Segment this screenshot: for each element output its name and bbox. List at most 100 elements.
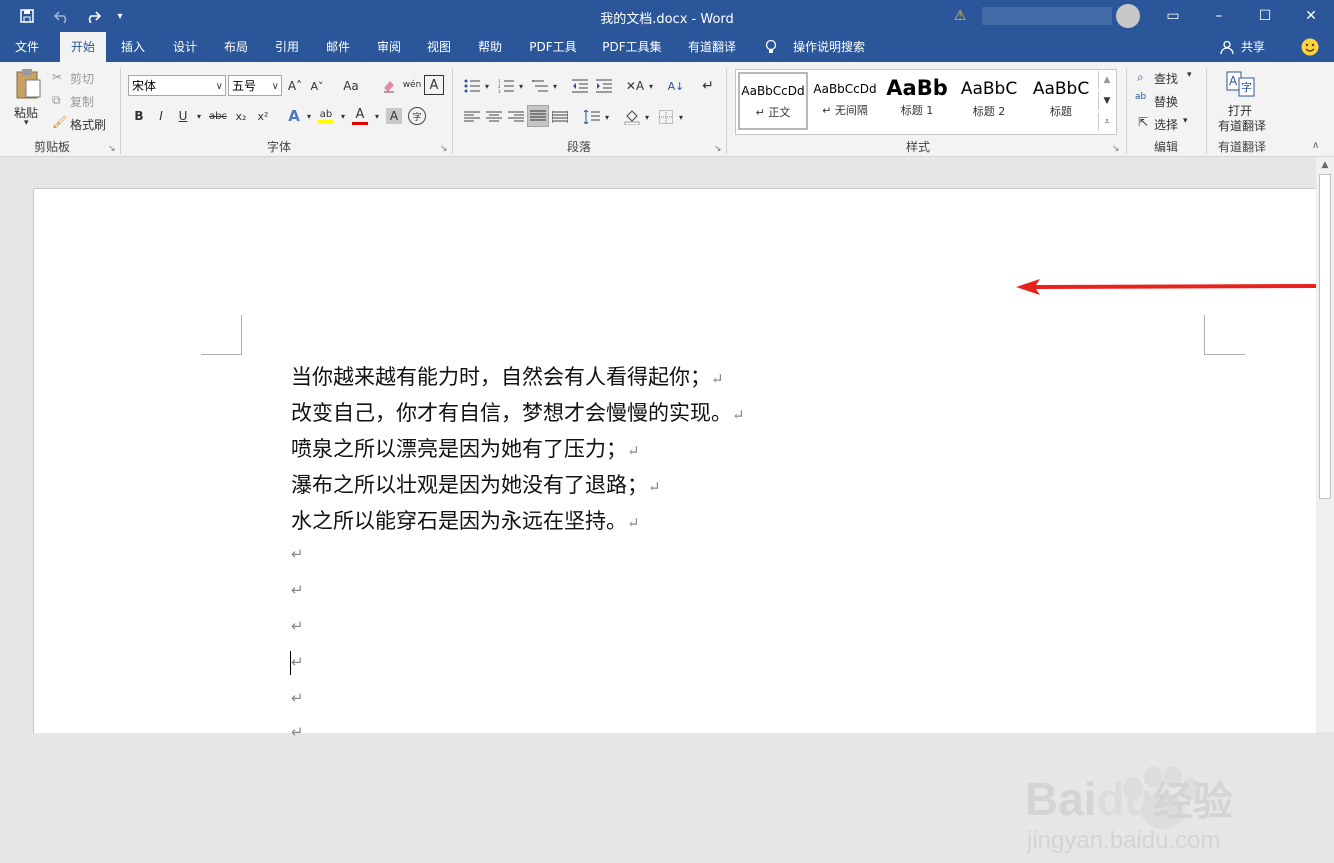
- grow-font-button[interactable]: A˄: [286, 76, 304, 96]
- sort-icon[interactable]: A↓: [666, 76, 686, 96]
- paste-clipboard-icon[interactable]: [12, 68, 44, 100]
- scroll-up-arrow-icon[interactable]: ▲: [1316, 157, 1334, 173]
- character-shading-button[interactable]: A: [386, 108, 402, 124]
- tab-references[interactable]: 引用: [266, 32, 308, 62]
- superscript-button[interactable]: x²: [254, 106, 272, 126]
- underline-chevron-down-icon[interactable]: ▾: [194, 106, 204, 126]
- format-painter-button[interactable]: 格式刷: [70, 116, 106, 133]
- tab-review[interactable]: 审阅: [368, 32, 410, 62]
- italic-button[interactable]: I: [152, 106, 170, 126]
- shrink-font-button[interactable]: A˅: [308, 76, 326, 96]
- styles-scroll-down-icon[interactable]: ▼: [1098, 92, 1115, 110]
- replace-button[interactable]: 替换: [1154, 93, 1178, 110]
- font-name-dropdown[interactable]: 宋体 ∨: [128, 75, 226, 96]
- tab-file[interactable]: 文件: [4, 32, 50, 62]
- cut-button[interactable]: 剪切: [70, 70, 94, 87]
- replace-icon[interactable]: ab: [1135, 92, 1146, 102]
- character-border-button[interactable]: A: [424, 75, 444, 95]
- share-button[interactable]: 共享: [1238, 32, 1268, 62]
- font-color-icon[interactable]: A: [350, 106, 370, 126]
- copy-button[interactable]: 复制: [70, 93, 94, 110]
- decrease-indent-icon[interactable]: [570, 76, 590, 96]
- scrollbar-thumb[interactable]: [1319, 174, 1331, 499]
- highlight-color-icon[interactable]: ab: [316, 106, 336, 126]
- empty-paragraph-mark[interactable]: ↵: [291, 617, 304, 635]
- share-person-icon[interactable]: [1218, 32, 1236, 62]
- tab-view[interactable]: 视图: [418, 32, 460, 62]
- clipboard-dialog-launcher-icon[interactable]: ↘: [108, 144, 116, 154]
- select-cursor-icon[interactable]: ⇱: [1138, 115, 1148, 129]
- style-normal[interactable]: AaBbCcDd ↵ 正文: [738, 72, 808, 130]
- show-formatting-marks-icon[interactable]: ↵: [698, 76, 718, 96]
- tab-help[interactable]: 帮助: [469, 32, 511, 62]
- text-line[interactable]: 瀑布之所以壮观是因为她没有了退路；↵: [291, 469, 661, 499]
- smiley-feedback-icon[interactable]: [1298, 32, 1322, 62]
- align-right-icon[interactable]: [506, 107, 526, 127]
- bold-button[interactable]: B: [130, 106, 148, 126]
- subscript-button[interactable]: x₂: [232, 106, 250, 126]
- empty-paragraph-mark[interactable]: ↵: [291, 653, 304, 671]
- shading-bucket-icon[interactable]: [622, 107, 642, 127]
- cut-scissors-icon[interactable]: ✂: [52, 70, 62, 84]
- text-line[interactable]: 喷泉之所以漂亮是因为她有了压力；↵: [291, 433, 640, 463]
- bullets-icon[interactable]: [462, 76, 482, 96]
- find-button[interactable]: 查找: [1154, 70, 1178, 87]
- align-center-icon[interactable]: [484, 107, 504, 127]
- style-no-spacing[interactable]: AaBbCcDd ↵ 无间隔: [810, 72, 880, 130]
- multilevel-chevron-down-icon[interactable]: ▾: [550, 76, 560, 96]
- text-line[interactable]: 水之所以能穿石是因为永远在坚持。↵: [291, 505, 640, 535]
- font-dialog-launcher-icon[interactable]: ↘: [440, 144, 448, 154]
- styles-scroll-up-icon[interactable]: ▲: [1098, 71, 1115, 89]
- minimize-button[interactable]: –: [1196, 0, 1242, 32]
- avatar[interactable]: [1116, 4, 1140, 28]
- document-page[interactable]: 当你越来越有能力时，自然会有人看得起你；↵ 改变自己，你才有自信，梦想才会慢慢的…: [33, 188, 1317, 741]
- warning-icon[interactable]: ⚠: [950, 0, 970, 32]
- font-color-chevron-down-icon[interactable]: ▾: [372, 106, 382, 126]
- tab-home[interactable]: 开始: [60, 32, 106, 62]
- bullets-chevron-down-icon[interactable]: ▾: [482, 76, 492, 96]
- paragraph-dialog-launcher-icon[interactable]: ↘: [714, 144, 722, 154]
- tab-pdf-tools-set[interactable]: PDF工具集: [596, 32, 668, 62]
- distributed-icon[interactable]: [550, 107, 570, 127]
- empty-paragraph-mark[interactable]: ↵: [291, 723, 304, 741]
- enclose-characters-button[interactable]: 字: [408, 107, 426, 125]
- borders-chevron-down-icon[interactable]: ▾: [676, 107, 686, 127]
- shading-chevron-down-icon[interactable]: ▾: [642, 107, 652, 127]
- increase-indent-icon[interactable]: [594, 76, 614, 96]
- chinese-layout-chevron-down-icon[interactable]: ▾: [646, 76, 656, 96]
- highlight-chevron-down-icon[interactable]: ▾: [338, 106, 348, 126]
- font-size-dropdown[interactable]: 五号 ∨: [228, 75, 282, 96]
- find-search-icon[interactable]: ⌕: [1137, 70, 1144, 85]
- empty-paragraph-mark[interactable]: ↵: [291, 581, 304, 599]
- strikethrough-button[interactable]: abc: [206, 106, 230, 126]
- underline-button[interactable]: U: [174, 106, 192, 126]
- tab-insert[interactable]: 插入: [112, 32, 154, 62]
- line-spacing-chevron-down-icon[interactable]: ▾: [602, 107, 612, 127]
- clear-formatting-icon[interactable]: [380, 76, 398, 96]
- change-case-button[interactable]: Aa: [336, 76, 366, 96]
- styles-dialog-launcher-icon[interactable]: ↘: [1112, 144, 1120, 154]
- select-chevron-down-icon[interactable]: ▾: [1183, 116, 1188, 126]
- vertical-scrollbar[interactable]: ▲: [1316, 157, 1334, 732]
- tab-layout[interactable]: 布局: [215, 32, 257, 62]
- line-spacing-icon[interactable]: [582, 107, 602, 127]
- text-effects-chevron-down-icon[interactable]: ▾: [304, 106, 314, 126]
- tab-mailings[interactable]: 邮件: [317, 32, 359, 62]
- empty-paragraph-mark[interactable]: ↵: [291, 689, 304, 707]
- select-button[interactable]: 选择: [1154, 116, 1178, 133]
- format-painter-icon[interactable]: 🖌: [52, 115, 67, 129]
- maximize-button[interactable]: ☐: [1242, 0, 1288, 32]
- ribbon-display-options-icon[interactable]: ▭: [1150, 0, 1196, 32]
- find-chevron-down-icon[interactable]: ▾: [1187, 70, 1192, 80]
- paste-chevron-down-icon[interactable]: ▾: [24, 118, 29, 128]
- text-line[interactable]: 当你越来越有能力时，自然会有人看得起你；↵: [291, 361, 724, 391]
- styles-more-icon[interactable]: ⩡: [1098, 113, 1115, 131]
- borders-icon[interactable]: [656, 107, 676, 127]
- numbering-icon[interactable]: 123: [496, 76, 516, 96]
- align-left-icon[interactable]: [462, 107, 482, 127]
- justify-icon[interactable]: [527, 105, 549, 127]
- text-line[interactable]: 改变自己，你才有自信，梦想才会慢慢的实现。↵: [291, 397, 745, 427]
- empty-paragraph-mark[interactable]: ↵: [291, 545, 304, 563]
- tab-pdf-tools[interactable]: PDF工具: [522, 32, 584, 62]
- close-button[interactable]: ✕: [1288, 0, 1334, 32]
